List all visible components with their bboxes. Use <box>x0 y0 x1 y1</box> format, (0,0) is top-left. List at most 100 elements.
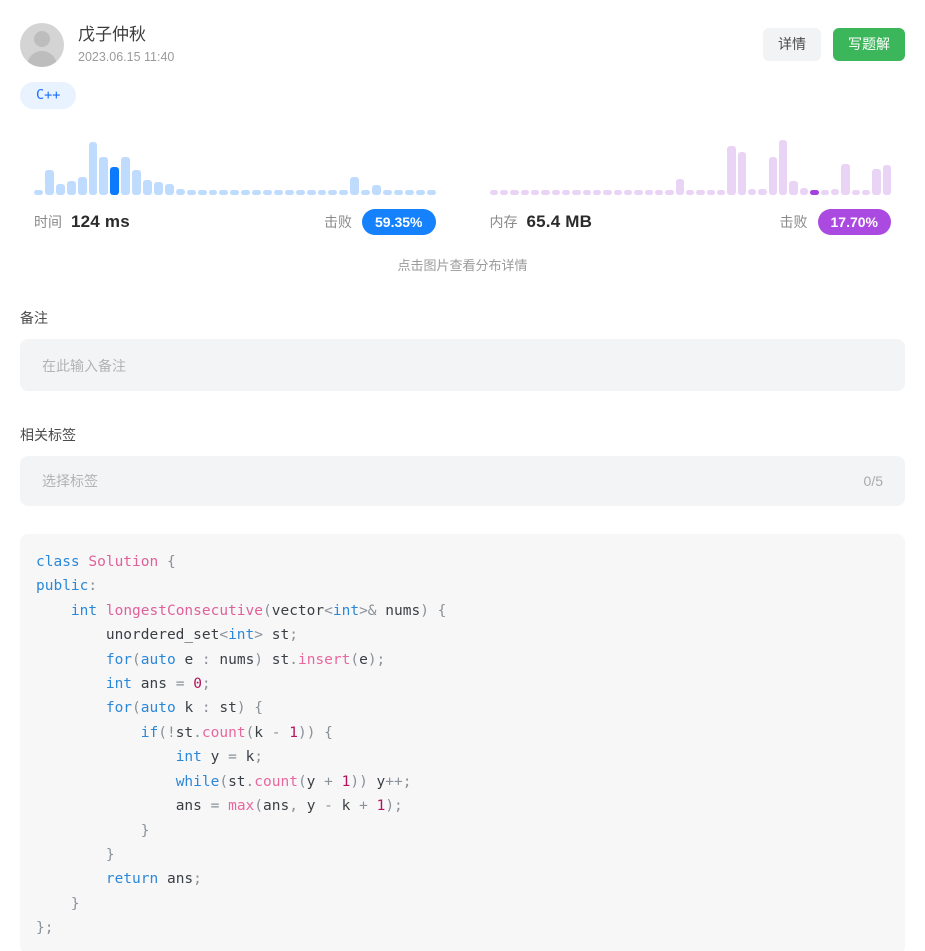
histogram-bar <box>284 189 294 195</box>
code-token: : <box>201 651 211 668</box>
time-stat-block: 时间 124 ms 击败 59.35% <box>20 137 450 236</box>
histogram-bar <box>655 190 664 195</box>
histogram-bar <box>841 163 850 195</box>
histogram-bar <box>263 189 272 195</box>
code-token: k <box>184 700 194 717</box>
tags-input-wrap: 0/5 <box>20 456 905 507</box>
code-token: public <box>36 578 89 595</box>
code-token: < <box>219 627 229 644</box>
code-token: ans <box>175 798 202 815</box>
histogram-bar <box>768 156 778 195</box>
submission-detail-page: 戊子仲秋 2023.06.15 11:40 详情 写题解 C++ 时间 124 … <box>0 0 925 951</box>
code-token: 0 <box>193 676 202 693</box>
tags-count: 0/5 <box>863 473 883 490</box>
detail-button[interactable]: 详情 <box>763 28 821 61</box>
code-token: ; <box>193 871 202 888</box>
memory-beat-label: 击败 <box>779 213 808 230</box>
user-name[interactable]: 戊子仲秋 <box>78 24 174 46</box>
histogram-bar <box>34 189 43 195</box>
histogram-bar <box>530 190 540 195</box>
write-solution-button[interactable]: 写题解 <box>833 28 905 61</box>
language-row: C++ <box>0 72 925 109</box>
histogram-bar <box>882 164 891 195</box>
code-token: st <box>228 773 246 790</box>
histogram-bar <box>393 189 403 195</box>
code-token: < <box>324 602 333 619</box>
memory-distribution-chart[interactable] <box>476 137 906 195</box>
code-token: nums <box>219 651 255 668</box>
code-token: }; <box>36 920 54 937</box>
histogram-bar <box>717 190 726 195</box>
code-token: ( <box>132 700 141 717</box>
histogram-bar <box>644 190 653 195</box>
code-token: )) <box>350 773 377 790</box>
source-code[interactable]: class Solution { public: int longestCons… <box>36 550 889 941</box>
histogram-bar <box>186 189 196 195</box>
histogram-bar <box>208 189 218 195</box>
histogram-bar <box>197 189 207 195</box>
histogram-bar <box>55 183 65 195</box>
code-token: ++ <box>385 773 403 790</box>
histogram-bar <box>634 190 643 195</box>
language-tag[interactable]: C++ <box>20 82 77 109</box>
code-token: ( <box>132 651 141 668</box>
stats-row: 时间 124 ms 击败 59.35% 内存 65.4 MB 击败 17.70% <box>0 109 925 236</box>
chart-hint-text: 点击图片查看分布详情 <box>397 258 528 274</box>
histogram-bar <box>339 189 349 195</box>
tags-input[interactable] <box>20 456 905 507</box>
code-token: ( <box>297 773 307 790</box>
code-token: . <box>245 773 255 790</box>
code-token: st <box>219 700 237 717</box>
histogram-bar <box>779 140 788 195</box>
user-avatar-icon[interactable] <box>20 22 64 67</box>
histogram-bar <box>132 169 142 195</box>
histogram-bar <box>582 190 591 195</box>
histogram-bar <box>810 190 819 195</box>
code-token: int <box>332 602 360 619</box>
code-token: ) { <box>420 602 447 619</box>
histogram-bar <box>737 151 747 195</box>
histogram-bar <box>561 190 571 195</box>
histogram-bar <box>175 188 185 195</box>
code-token: ; <box>402 773 412 790</box>
code-token: longestConsecutive <box>105 602 263 619</box>
histogram-bar <box>164 183 174 195</box>
code-token: ; <box>289 627 298 644</box>
code-token: ( <box>245 724 255 741</box>
code-token: y <box>376 773 386 790</box>
code-token: ( <box>263 602 272 619</box>
histogram-bar <box>686 190 695 195</box>
code-token: k <box>254 724 264 741</box>
histogram-bar <box>603 190 612 195</box>
code-token: for <box>105 700 133 717</box>
memory-value: 65.4 MB <box>526 211 593 231</box>
note-input[interactable] <box>20 339 905 392</box>
code-token: ans <box>166 871 194 888</box>
memory-beat-badge: 17.70% <box>817 208 891 236</box>
histogram-bar <box>273 189 283 195</box>
code-token: st <box>271 627 290 644</box>
time-beat-badge: 59.35% <box>362 208 436 236</box>
code-token: count <box>254 773 298 790</box>
histogram-bar <box>241 189 251 195</box>
code-token: Solution <box>88 554 159 571</box>
histogram-bar <box>383 189 392 195</box>
code-token: , <box>289 798 307 815</box>
submission-header: 戊子仲秋 2023.06.15 11:40 详情 写题解 <box>0 0 925 72</box>
code-token: ( <box>219 773 229 790</box>
histogram-bar <box>520 190 529 195</box>
time-distribution-chart[interactable] <box>20 137 450 195</box>
